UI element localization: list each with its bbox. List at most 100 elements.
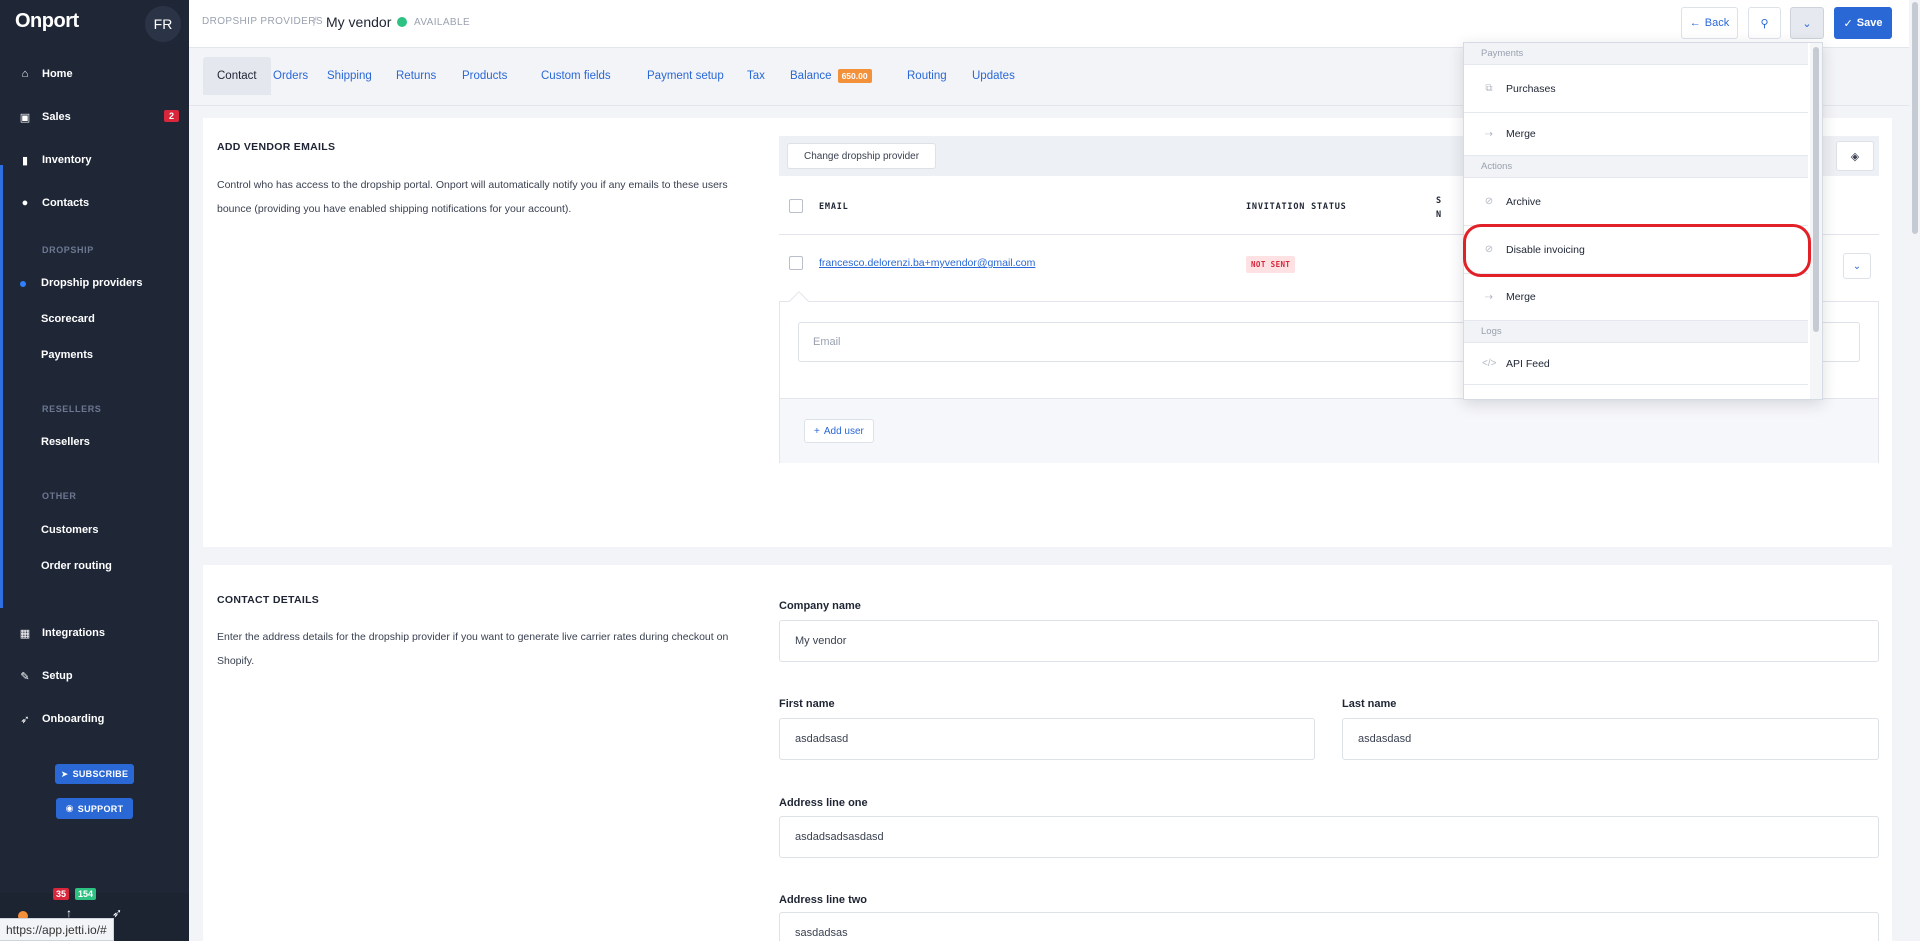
page-scrollbar[interactable] — [1909, 0, 1920, 941]
tab-returns[interactable]: Returns — [382, 57, 450, 95]
tab-routing[interactable]: Routing — [893, 57, 961, 95]
brand-logo[interactable]: Onport — [15, 10, 79, 33]
subscribe-button[interactable]: ➤ SUBSCRIBE — [55, 764, 134, 784]
save-button[interactable]: ✓ Save — [1834, 7, 1892, 39]
column-partial-header-2: N — [1436, 210, 1442, 220]
menu-item-merge-label: Merge — [1506, 128, 1536, 140]
menu-scrollbar[interactable] — [1810, 43, 1822, 399]
menu-item-merge-actions-label: Merge — [1506, 291, 1536, 303]
bookmark-icon: ▮ — [21, 154, 29, 167]
vendor-email-link[interactable]: francesco.delorenzi.ba+myvendor@gmail.co… — [819, 257, 1035, 269]
wrench-icon: ✎ — [20, 670, 30, 683]
section-resellers: RESELLERS — [42, 404, 102, 414]
support-label: SUPPORT — [77, 803, 124, 814]
section-dropship: DROPSHIP — [42, 245, 94, 255]
column-partial-header: S — [1436, 196, 1442, 206]
row-checkbox[interactable] — [789, 256, 803, 270]
menu-item-disable-invoicing-label: Disable invoicing — [1506, 243, 1585, 256]
tab-payment-setup-label: Payment setup — [647, 70, 724, 82]
tab-routing-label: Routing — [907, 70, 947, 82]
sub-scorecard[interactable]: Scorecard — [41, 313, 95, 325]
nav-contacts[interactable]: ● Contacts — [0, 191, 189, 215]
avatar[interactable]: FR — [145, 6, 181, 42]
tab-payment-setup[interactable]: Payment setup — [633, 57, 738, 95]
sidebar: Onport FR ⌂ Home ▣ Sales 2 ▮ Inventory ●… — [0, 0, 189, 941]
nav-inventory[interactable]: ▮ Inventory — [0, 148, 189, 172]
ban-icon: ⊘ — [1484, 196, 1494, 207]
breadcrumb[interactable]: DROPSHIP PROVIDERS — [202, 16, 323, 27]
menu-scrollbar-thumb[interactable] — [1813, 47, 1819, 332]
tab-tax[interactable]: Tax — [733, 57, 779, 95]
nav-integrations-label: Integrations — [42, 627, 105, 639]
sub-payments[interactable]: Payments — [41, 349, 93, 361]
footer-badge-green[interactable]: 154 — [75, 888, 97, 900]
sub-customers[interactable]: Customers — [41, 524, 98, 536]
layers-icon[interactable]: ◈ — [1836, 141, 1874, 171]
nav-setup[interactable]: ✎ Setup — [0, 664, 189, 688]
sidebar-accent-bar — [0, 165, 3, 608]
page-title: My vendor — [326, 14, 392, 30]
menu-item-disable-invoicing[interactable]: ⊘ Disable invoicing — [1464, 226, 1808, 274]
support-button[interactable]: ◉ SUPPORT — [56, 798, 133, 819]
last-name-field[interactable] — [1342, 718, 1879, 760]
more-actions-dropdown-button[interactable]: ⌄ — [1790, 7, 1824, 39]
user-icon: ● — [21, 197, 29, 209]
check-icon: ✓ — [1843, 17, 1853, 30]
sub-order-routing[interactable]: Order routing — [41, 560, 112, 572]
tab-products[interactable]: Products — [448, 57, 521, 95]
nav-contacts-label: Contacts — [42, 197, 90, 209]
tab-custom-fields[interactable]: Custom fields — [527, 57, 625, 95]
change-dropship-provider-button[interactable]: Change dropship provider — [787, 143, 937, 169]
tab-returns-label: Returns — [396, 70, 437, 82]
column-email-header[interactable]: EMAIL — [819, 202, 849, 212]
address-line-two-field[interactable] — [779, 912, 1879, 941]
active-indicator-dot — [20, 281, 26, 287]
nav-sales-label: Sales — [42, 111, 71, 123]
grid-icon: ▦ — [19, 627, 31, 640]
add-user-button[interactable]: + Add user — [804, 419, 874, 443]
sub-dropship-providers[interactable]: Dropship providers — [41, 277, 142, 289]
menu-item-purchases[interactable]: ⧉ Purchases — [1464, 65, 1808, 113]
nav-setup-label: Setup — [42, 670, 73, 682]
vendor-emails-title: ADD VENDOR EMAILS — [217, 141, 336, 153]
footer-badge-red[interactable]: 35 — [53, 888, 70, 900]
nav-integrations[interactable]: ▦ Integrations — [0, 621, 189, 645]
available-status-icon — [397, 17, 407, 27]
merge-icon: ⇢ — [1484, 128, 1494, 140]
nav-onboarding[interactable]: ➶ Onboarding — [0, 707, 189, 731]
menu-item-merge-actions[interactable]: ⇢ Merge — [1464, 274, 1808, 321]
page-scrollbar-thumb[interactable] — [1912, 2, 1918, 234]
tab-custom-fields-label: Custom fields — [541, 70, 611, 82]
nav-sales[interactable]: ▣ Sales 2 — [0, 105, 189, 129]
menu-item-archive-label: Archive — [1506, 195, 1542, 208]
home-icon: ⌂ — [21, 68, 29, 80]
sub-resellers[interactable]: Resellers — [41, 436, 90, 448]
back-label: Back — [1704, 17, 1730, 29]
cart-icon: ▣ — [19, 111, 31, 124]
last-name-label: Last name — [1342, 698, 1397, 710]
contact-details-description: Enter the address details for the dropsh… — [217, 631, 729, 667]
top-bar: DROPSHIP PROVIDERS / My vendor AVAILABLE… — [189, 0, 1920, 48]
menu-header-actions: Actions — [1464, 156, 1808, 178]
add-user-footer: + Add user — [780, 398, 1878, 463]
tab-shipping[interactable]: Shipping — [313, 57, 386, 95]
select-all-checkbox[interactable] — [789, 199, 803, 213]
address-line-one-field[interactable] — [779, 816, 1879, 858]
row-actions-dropdown[interactable]: ⌄ — [1843, 253, 1871, 279]
menu-item-merge-payments[interactable]: ⇢ Merge — [1464, 113, 1808, 156]
nav-home[interactable]: ⌂ Home — [0, 62, 189, 86]
external-link-icon: ⧉ — [1485, 83, 1493, 94]
back-button[interactable]: ← Back — [1681, 7, 1738, 39]
address-line-two-label: Address line two — [779, 894, 868, 906]
tab-products-label: Products — [462, 70, 508, 82]
menu-item-api-feed[interactable]: </> API Feed — [1464, 343, 1808, 385]
tab-balance[interactable]: Balance 650.00 — [776, 57, 886, 95]
tab-updates[interactable]: Updates — [958, 57, 1029, 95]
tab-orders-label: Orders — [273, 70, 309, 82]
column-invitation-status-header[interactable]: INVITATION STATUS — [1246, 202, 1347, 212]
ban-icon: ⊘ — [1484, 244, 1494, 255]
company-name-field[interactable] — [779, 620, 1879, 662]
first-name-field[interactable] — [779, 718, 1315, 760]
link-button[interactable]: ⚲ — [1748, 7, 1781, 39]
menu-item-archive[interactable]: ⊘ Archive — [1464, 178, 1808, 226]
